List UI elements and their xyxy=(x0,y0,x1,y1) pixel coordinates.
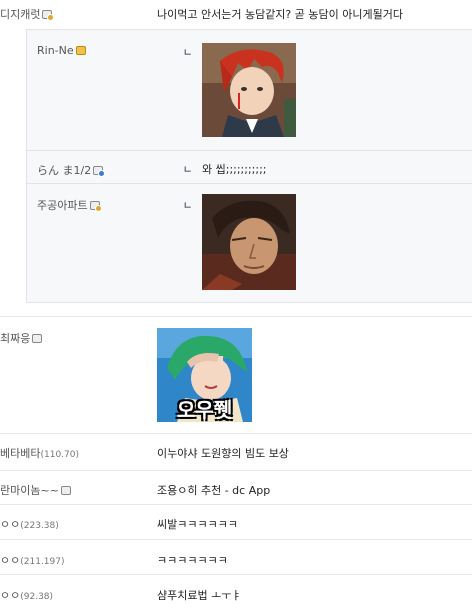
divider xyxy=(0,539,472,540)
author-name: 란마이놈~~ xyxy=(0,484,59,497)
author-ip: (211.197) xyxy=(20,557,65,567)
comment-author[interactable]: ㅇㅇ(211.197) xyxy=(0,552,65,568)
comment-text: 조용ㅇ히 추천 - dc App xyxy=(157,484,271,497)
author-name: ㅇㅇ xyxy=(0,589,21,602)
comment-text: ㅋㅋㅋㅋㅋㅋㅋ xyxy=(157,554,228,567)
member-icon xyxy=(42,10,55,21)
divider xyxy=(27,183,472,184)
man-photo-image xyxy=(202,194,296,290)
reply-author[interactable]: 주공아파트 xyxy=(37,197,102,213)
reply-arrow-icon: ㄴ xyxy=(183,201,193,212)
comment-list: 디지캐럿 나이먹고 안서는거 농담같지? 곧 농담이 아니게될거다 Rin-Ne… xyxy=(0,0,472,608)
author-name: 베타베타 xyxy=(0,447,41,460)
author-name: 주공아파트 xyxy=(37,199,88,212)
divider xyxy=(27,150,472,151)
comment-text: 나이먹고 안서는거 농담같지? 곧 농담이 아니게될거다 xyxy=(157,8,403,21)
comment-author[interactable]: 란마이놈~~ xyxy=(0,482,71,498)
author-ip: (92.38) xyxy=(20,592,54,602)
divider xyxy=(0,504,472,505)
comment-text: 이누야샤 도원향의 빔도 보상 xyxy=(157,447,289,460)
comment-author[interactable]: ㅇㅇ(223.38) xyxy=(0,516,59,532)
reply-author[interactable]: Rin-Ne xyxy=(37,44,86,57)
reply-text: 와 씹;;;;;;;;;;; xyxy=(202,163,267,176)
anime-character-image xyxy=(202,43,296,137)
author-name: Rin-Ne xyxy=(37,44,74,57)
author-name: 디지캐럿 xyxy=(0,8,41,21)
comment-author[interactable]: 베타베타(110.70) xyxy=(0,445,79,461)
reply-image[interactable] xyxy=(202,43,296,137)
divider xyxy=(0,574,472,575)
member-icon xyxy=(89,201,102,212)
comment-author[interactable]: 최짜응 xyxy=(0,330,43,346)
author-ip: (223.38) xyxy=(20,521,59,531)
comment-text: 샴푸치료법 ㅗㅜㅑ xyxy=(157,589,242,602)
author-name: ㅇㅇ xyxy=(0,518,21,531)
author-name: ㅇㅇ xyxy=(0,554,21,567)
reply-image[interactable] xyxy=(202,194,296,290)
reply-arrow-icon: ㄴ xyxy=(183,48,193,59)
comment-text: 씨발ㅋㅋㅋㅋㅋㅋ xyxy=(157,518,238,531)
reply-author[interactable]: らん ま1/2 xyxy=(37,162,106,178)
member-icon xyxy=(93,166,106,177)
reply-arrow-icon: ㄴ xyxy=(183,165,193,176)
member-icon xyxy=(75,46,86,55)
member-icon xyxy=(60,486,71,495)
comment-author[interactable]: 디지캐럿 xyxy=(0,6,55,22)
author-ip: (110.70) xyxy=(40,450,79,460)
divider xyxy=(0,433,472,434)
image-caption: 오우쮓 xyxy=(176,398,233,422)
divider xyxy=(0,316,472,317)
divider xyxy=(0,470,472,471)
comment-author[interactable]: ㅇㅇ(92.38) xyxy=(0,587,53,603)
reply-section: Rin-Ne ㄴ らん ま1/2 ㄴ 와 씹;;;;;;;;;;; 주공아파트 … xyxy=(26,29,472,303)
author-name: らん ま1/2 xyxy=(37,164,92,177)
author-name: 최짜응 xyxy=(0,332,31,345)
member-icon xyxy=(32,334,43,343)
comment-image[interactable]: 오우쮓 xyxy=(157,328,252,422)
